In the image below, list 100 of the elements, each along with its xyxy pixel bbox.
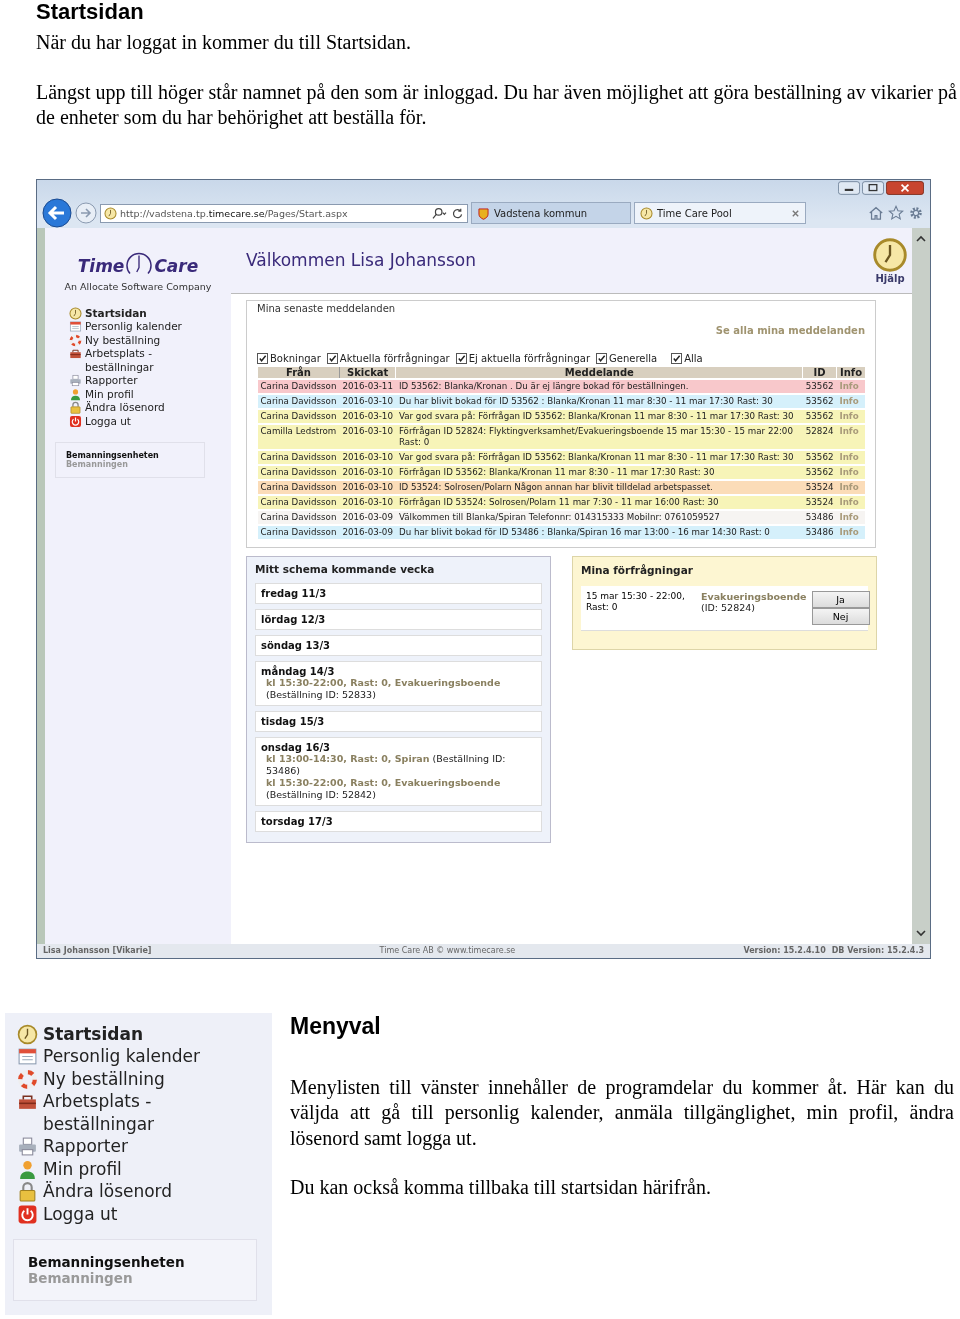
menu-item[interactable]: Personlig kalender — [17, 1045, 264, 1068]
table-cell: Carina Davidsson — [257, 524, 340, 540]
table-cell: 53562 — [802, 378, 837, 394]
column-header: Skickat — [339, 366, 396, 379]
menu-item[interactable]: Min profil — [69, 387, 221, 401]
unit-subtitle: Bemanningen — [66, 460, 128, 469]
table-cell: Var god svara på: Förfrågan ID 53562: Blanka/Kronan 11 mar 8:30 - 11 mar 17:30 Rast: 30 — [395, 408, 803, 424]
menu-item[interactable]: Arbetsplats - beställningar — [69, 347, 221, 374]
column-header: Meddelande — [395, 366, 803, 379]
menu-item[interactable]: Startsidan — [69, 306, 221, 320]
table-cell: Förfrågan ID 52824: Flyktingverksamhet/Evakueringsboende 15 mar 15:30 - 15 mar 22:00 Rast: 0 — [395, 423, 803, 450]
table-cell: 53562 — [802, 393, 837, 409]
table-cell: Carina Davidsson — [257, 408, 340, 424]
clock-icon — [872, 236, 908, 273]
logo-text: Time — [77, 255, 125, 276]
table-cell: Förfrågan ID 53562: Blanka/Kronan 11 mar 8:30 - 11 mar 17:30 Rast: 30 — [395, 464, 803, 480]
table-cell: ID 53524: Solrosen/Polarn Någon annan har blivit tilldelad arbetspasset. — [395, 479, 803, 495]
request-place: Evakueringsboende (ID: 52824) — [701, 590, 807, 615]
paragraph: Du kan också komma tillbaka till startsidan härifrån. — [290, 1175, 712, 1200]
clock-icon — [17, 1023, 38, 1045]
checkbox[interactable] — [671, 352, 683, 364]
heading: Menyval — [290, 1012, 382, 1040]
shift-entry: kl 15:30-22:00, Rast: 0, Evakueringsboende (Beställning ID: 52833) — [266, 676, 502, 701]
scrollbar[interactable] — [912, 227, 930, 944]
request-time: 15 mar 15:30 - 22:00, Rast: 0 — [586, 590, 686, 614]
table-cell: Välkommen till Blanka/Spiran Telefonnr: 014315333 Mobilnr: 0761059527 — [395, 509, 803, 525]
table-cell: Carina Davidsson — [257, 509, 340, 525]
menu-item[interactable]: Rapporter — [69, 374, 221, 388]
star-icon[interactable] — [888, 205, 904, 221]
table-cell: ID 53562: Blanka/Kronan . Du är ej längre bokad för beställningen. — [395, 378, 803, 394]
chevron-up-icon[interactable] — [915, 233, 927, 244]
menu-item[interactable]: Rapporter — [17, 1135, 264, 1158]
table-cell: 2016-03-10 — [339, 494, 396, 510]
paragraph: När du har loggat in kommer du till Startsidan. — [35, 30, 412, 56]
close-icon[interactable] — [791, 208, 800, 218]
paragraph: Menylisten till vänster innehåller de programdelar du kommer åt. Här kan du väljda att gå till personlig kalender, anmäla tillgänglighet, min profil, ändra lösenord samt logga ut. — [290, 1074, 955, 1151]
lifebuoy-icon — [69, 333, 82, 347]
clock-icon — [104, 206, 117, 220]
menu-item[interactable]: Personlig kalender — [69, 320, 221, 334]
logo-tagline: An Allocate Software Company — [64, 280, 212, 292]
table-cell: Förfrågan ID 53524: Solrosen/Polarn 11 mar 7:30 - 11 mar 16:00 Rast: 30 — [395, 494, 803, 510]
help-button[interactable]: Hjälp — [872, 236, 908, 284]
close-icon[interactable] — [886, 180, 924, 195]
search-icon[interactable] — [431, 206, 448, 220]
maximize-icon[interactable] — [862, 180, 884, 195]
person-icon — [17, 1158, 38, 1180]
shift-entry: kl 13:00-14:30, Rast: 0, Spiran (Beställning ID: 53486) — [266, 752, 507, 777]
table-cell: 53524 — [802, 494, 837, 510]
day-title: tisdag 15/3 — [261, 715, 326, 727]
checkbox[interactable] — [326, 352, 338, 364]
table-cell: Du har blivit bokad för ID 53486 : Blanka/Spiran 16 mar 13:00 - 16 mar 14:30 Rast: 0 — [395, 524, 803, 540]
refresh-icon[interactable] — [451, 206, 464, 220]
lock-icon — [69, 401, 82, 414]
home-icon[interactable] — [868, 205, 884, 221]
table-cell: 2016-03-10 — [339, 449, 396, 465]
menu-item[interactable]: Ny beställning — [69, 333, 221, 347]
unit-name: Bemanningsenheten — [28, 1254, 186, 1270]
table-cell: 53562 — [802, 408, 837, 424]
checkbox[interactable] — [596, 352, 607, 364]
table-cell: Carina Davidsson — [257, 494, 340, 510]
calendar-icon — [69, 320, 82, 333]
checkbox[interactable] — [455, 352, 467, 364]
menu-item[interactable]: Ny beställning — [17, 1067, 264, 1090]
settings-icon[interactable] — [908, 205, 924, 221]
heading: Startsidan — [35, 0, 145, 24]
status-db-version: DB Version: 15.2.4.3 — [831, 946, 924, 955]
table-cell: 53562 — [802, 449, 837, 465]
day-title: onsdag 16/3 — [261, 741, 331, 753]
table-cell: Du har blivit bokad för ID 53562 : Blanka/Kronan 11 mar 8:30 - 11 mar 17:30 Rast: 30 — [395, 393, 803, 409]
menu-item[interactable]: Min profil — [17, 1157, 264, 1180]
answer-button[interactable]: Ja — [811, 590, 870, 608]
panel-title: Mitt schema kommande vecka — [255, 562, 436, 575]
table-cell: 2016-03-11 — [339, 378, 396, 394]
menu-item[interactable]: Logga ut — [69, 414, 221, 428]
chevron-down-icon[interactable] — [915, 927, 927, 938]
table-cell: 52824 — [802, 423, 837, 450]
menu-item[interactable]: Logga ut — [17, 1202, 264, 1225]
table-cell: 2016-03-10 — [339, 393, 396, 409]
menu-item[interactable]: Startsidan — [17, 1022, 264, 1045]
person-icon — [69, 387, 82, 401]
table-cell: 2016-03-10 — [339, 464, 396, 480]
checkbox[interactable] — [257, 352, 268, 364]
welcome-title: Välkommen Lisa Johansson — [246, 250, 476, 270]
browser-tab[interactable]: Time Care Pool — [634, 202, 806, 224]
menu-item[interactable]: Ändra lösenord — [69, 401, 221, 415]
filter-label: Bokningar — [270, 352, 321, 364]
minimize-icon[interactable] — [838, 180, 860, 195]
table-cell: 2016-03-09 — [339, 524, 396, 540]
table-cell: Carina Davidsson — [257, 464, 340, 480]
toolbox-icon — [69, 347, 82, 360]
menu-item[interactable]: Arbetsplats - beställningar — [17, 1090, 264, 1135]
menu-item[interactable]: Ändra lösenord — [17, 1180, 264, 1203]
table-cell: 2016-03-10 — [339, 479, 396, 495]
day-title: fredag 11/3 — [261, 587, 328, 599]
printer-icon — [69, 374, 82, 387]
address-field[interactable]: http://vadstena.tp.timecare.se/Pages/Start.aspx — [100, 203, 468, 223]
calendar-icon — [17, 1046, 38, 1067]
browser-tab[interactable]: Vadstena kommun — [471, 202, 631, 224]
back-icon[interactable] — [42, 198, 72, 228]
table-cell: Var god svara på: Förfrågan ID 53562: Blanka/Kronan 11 mar 8:30 - 11 mar 17:30 Rast: 30 — [395, 449, 803, 465]
